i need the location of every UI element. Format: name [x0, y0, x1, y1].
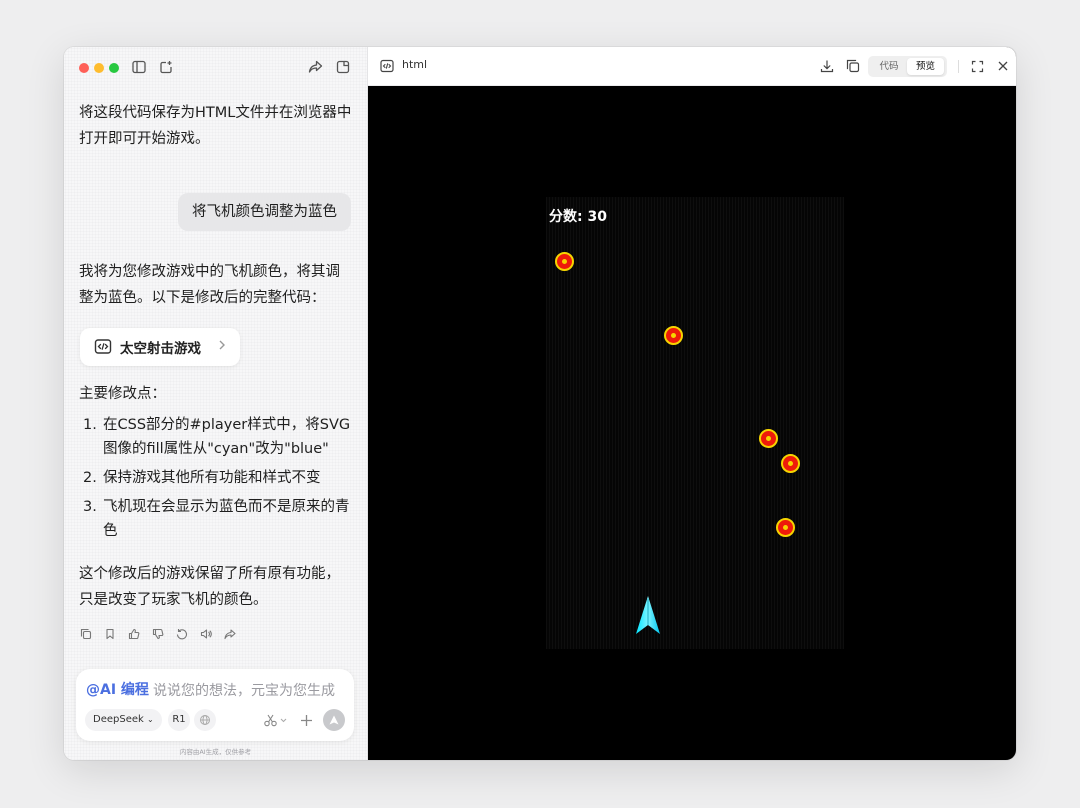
ai-coding-tag[interactable]: @AI 编程 — [86, 679, 149, 699]
enemy — [555, 252, 574, 271]
assistant-message-intro: 将这段代码保存为HTML文件并在浏览器中打开即可开始游戏。 — [79, 105, 352, 147]
thumbs-down-icon[interactable] — [150, 626, 166, 642]
code-file-icon — [94, 338, 112, 356]
tab-code[interactable]: 代码 — [871, 58, 907, 75]
user-message-bubble: 将飞机颜色调整为蓝色 — [178, 193, 351, 231]
chevron-down-icon: ⌄ — [146, 715, 154, 724]
r1-toggle[interactable]: R1 — [168, 709, 190, 731]
chat-input[interactable]: 说说您的想法，元宝为您生成 — [153, 680, 335, 700]
minimize-window-button[interactable] — [94, 63, 104, 73]
preview-panel: html 代码 预览 分数: 30 — [368, 47, 1016, 760]
score-label: 分数: 30 — [549, 209, 607, 225]
code-file-card[interactable]: 太空射击游戏 — [80, 328, 240, 366]
list-number: 2. — [83, 470, 97, 486]
assistant-message-summary: 这个修改后的游戏保留了所有原有功能，只是改变了玩家飞机的颜色。 — [79, 566, 340, 608]
changes-list: 1. 在CSS部分的#player样式中，将SVG图像的fill属性从"cyan"… — [79, 413, 354, 548]
list-number: 1. — [83, 417, 97, 433]
plus-icon[interactable] — [298, 712, 314, 728]
changes-heading: 主要修改点： — [79, 386, 166, 402]
list-item: 1. 在CSS部分的#player样式中，将SVG图像的fill属性从"cyan"… — [79, 413, 354, 461]
close-icon[interactable] — [995, 58, 1011, 74]
model-selector[interactable]: DeepSeek ⌄ — [85, 709, 162, 731]
preview-toolbar: html 代码 预览 — [368, 47, 1016, 86]
assistant-message-reply: 我将为您修改游戏中的飞机颜色，将其调整为蓝色。以下是修改后的完整代码： — [79, 264, 340, 306]
divider — [958, 60, 959, 73]
download-icon[interactable] — [819, 58, 835, 74]
thumbs-up-icon[interactable] — [126, 626, 142, 642]
expand-icon[interactable] — [969, 58, 985, 74]
list-item: 3. 飞机现在会显示为蓝色而不是原来的青色 — [79, 495, 354, 543]
send-icon[interactable] — [323, 709, 345, 731]
enemy — [781, 454, 800, 473]
chat-composer: @AI 编程 说说您的想法，元宝为您生成 DeepSeek ⌄ R1 — [76, 669, 354, 741]
game-canvas[interactable]: 分数: 30 — [546, 197, 844, 649]
preview-title: html — [402, 58, 428, 71]
code-file-label: 太空射击游戏 — [120, 341, 201, 357]
list-item: 2. 保持游戏其他所有功能和样式不变 — [79, 466, 354, 490]
new-chat-icon[interactable] — [157, 58, 175, 76]
list-number: 3. — [83, 499, 97, 515]
share-icon[interactable] — [306, 58, 324, 76]
maximize-window-button[interactable] — [109, 63, 119, 73]
close-window-button[interactable] — [79, 63, 89, 73]
enemy — [759, 429, 778, 448]
code-file-icon — [379, 58, 395, 74]
window-icon[interactable] — [334, 58, 352, 76]
chat-panel: 将这段代码保存为HTML文件并在浏览器中打开即可开始游戏。 将飞机颜色调整为蓝色… — [64, 47, 368, 760]
app-window: 将这段代码保存为HTML文件并在浏览器中打开即可开始游戏。 将飞机颜色调整为蓝色… — [64, 47, 1016, 760]
globe-icon[interactable] — [194, 709, 216, 731]
forward-icon[interactable] — [222, 626, 238, 642]
list-text: 保持游戏其他所有功能和样式不变 — [103, 470, 321, 486]
copy-icon[interactable] — [845, 58, 861, 74]
ai-disclaimer: 内容由AI生成，仅供参考 — [179, 748, 252, 756]
speaker-icon[interactable] — [198, 626, 214, 642]
message-actions — [78, 626, 246, 642]
list-text: 在CSS部分的#player样式中，将SVG图像的fill属性从"cyan"改为… — [103, 417, 351, 457]
tab-preview[interactable]: 预览 — [907, 58, 944, 75]
player-ship — [636, 596, 660, 634]
chevron-right-icon — [218, 339, 226, 356]
sidebar-icon[interactable] — [130, 58, 148, 76]
model-label: DeepSeek — [93, 714, 144, 725]
copy-icon[interactable] — [78, 626, 94, 642]
chat-toolbar — [64, 47, 367, 85]
bookmark-icon[interactable] — [102, 626, 118, 642]
enemy — [664, 326, 683, 345]
refresh-icon[interactable] — [174, 626, 190, 642]
enemy — [776, 518, 795, 537]
view-toggle: 代码 预览 — [868, 56, 947, 77]
scissors-icon[interactable] — [262, 712, 290, 728]
list-text: 飞机现在会显示为蓝色而不是原来的青色 — [103, 499, 350, 539]
